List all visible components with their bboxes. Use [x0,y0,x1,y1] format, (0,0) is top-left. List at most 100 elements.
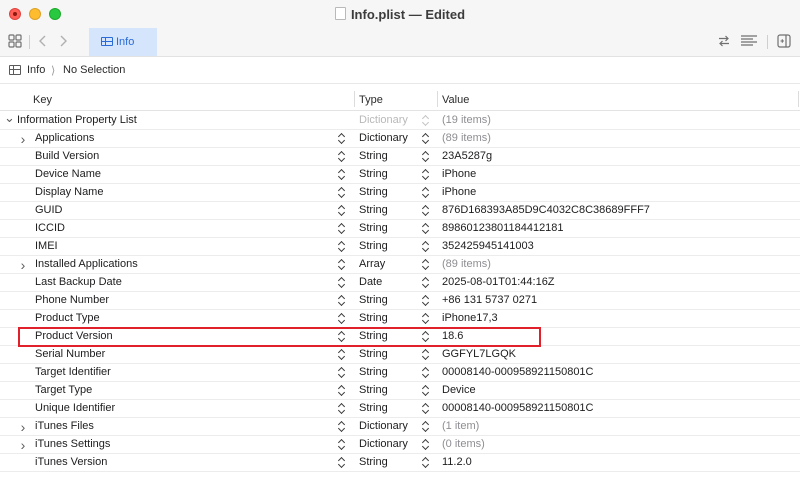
breadcrumb-root[interactable]: Info [27,64,45,76]
type-stepper-icon[interactable] [421,257,431,271]
type-stepper-icon[interactable] [421,365,431,379]
row-key[interactable]: Unique Identifier [35,402,115,414]
row-key[interactable]: Phone Number [35,294,109,306]
table-row[interactable]: › iTunes Settings Dictionary (0 items) [0,436,800,454]
type-stepper-icon[interactable] [421,401,431,415]
forward-chevron-icon[interactable] [56,34,70,50]
key-stepper-icon[interactable] [337,275,347,289]
row-key[interactable]: iTunes Files [35,420,94,432]
table-row[interactable]: › iTunes Files Dictionary (1 item) [0,418,800,436]
row-value[interactable]: (89 items) [442,258,491,270]
table-row[interactable]: Build Version String 23A5287g [0,148,800,166]
key-stepper-icon[interactable] [337,203,347,217]
row-type[interactable]: String [359,240,388,252]
row-key[interactable]: Installed Applications [35,258,138,270]
chevron-down-icon[interactable]: ⌄ [4,111,15,124]
row-value[interactable]: (1 item) [442,420,479,432]
row-type[interactable]: Dictionary [359,438,408,450]
table-row[interactable]: IMEI String 352425945141003 [0,238,800,256]
row-key[interactable]: IMEI [35,240,58,252]
inspector-panel-icon[interactable] [776,34,792,50]
table-row[interactable]: ICCID String 89860123801184412181 [0,220,800,238]
key-stepper-icon[interactable] [337,257,347,271]
swap-arrows-icon[interactable] [716,34,732,50]
row-key[interactable]: Product Type [35,312,100,324]
table-row[interactable]: Last Backup Date Date 2025-08-01T01:44:16Z [0,274,800,292]
table-row[interactable]: ⌄ Information Property List Dictionary (19 … [0,111,800,130]
table-row[interactable]: Device Name String iPhone [0,166,800,184]
type-stepper-icon[interactable] [421,167,431,181]
key-stepper-icon[interactable] [337,347,347,361]
row-value[interactable]: +86 131 5737 0271 [442,294,537,306]
key-stepper-icon[interactable] [337,185,347,199]
key-stepper-icon[interactable] [337,221,347,235]
row-type[interactable]: Dictionary [359,420,408,432]
table-row[interactable]: Target Type String Device [0,382,800,400]
key-stepper-icon[interactable] [337,239,347,253]
chevron-right-icon[interactable]: › [18,438,28,452]
type-stepper-icon[interactable] [421,293,431,307]
row-key[interactable]: Applications [35,132,94,144]
breadcrumb-selection[interactable]: No Selection [63,64,125,76]
type-stepper-icon[interactable] [421,221,431,235]
row-key[interactable]: iTunes Settings [35,438,110,450]
row-type[interactable]: String [359,186,388,198]
row-key[interactable]: Information Property List [17,114,137,126]
key-stepper-icon[interactable] [337,437,347,451]
type-stepper-icon[interactable] [421,311,431,325]
row-value[interactable]: iPhone [442,186,476,198]
key-stepper-icon[interactable] [337,149,347,163]
row-value[interactable]: Device [442,384,476,396]
row-type[interactable]: String [359,168,388,180]
row-type[interactable]: String [359,222,388,234]
row-type[interactable]: Array [359,258,385,270]
key-stepper-icon[interactable] [337,419,347,433]
key-stepper-icon[interactable] [337,167,347,181]
row-key[interactable]: Target Type [35,384,92,396]
type-stepper-icon[interactable] [421,437,431,451]
table-row[interactable]: iTunes Version String 11.2.0 [0,454,800,472]
row-value[interactable]: (19 items) [442,114,491,126]
row-value[interactable]: GGFYL7LGQK [442,348,516,360]
column-divider[interactable] [437,91,438,107]
row-key[interactable]: Target Identifier [35,366,111,378]
type-stepper-icon[interactable] [421,347,431,361]
row-value[interactable]: iPhone17,3 [442,312,498,324]
row-type[interactable]: Date [359,276,382,288]
row-value[interactable]: 876D168393A85D9C4032C8C38689FFF7 [442,204,650,216]
row-value[interactable]: 2025-08-01T01:44:16Z [442,276,555,288]
column-key[interactable]: Key [33,94,52,106]
row-value[interactable]: 352425945141003 [442,240,534,252]
row-key[interactable]: Serial Number [35,348,105,360]
table-row[interactable]: Product Type String iPhone17,3 [0,310,800,328]
column-divider[interactable] [798,91,799,107]
chevron-right-icon[interactable]: › [18,132,28,146]
tab-info[interactable]: Info [89,28,157,56]
table-row[interactable]: Target Identifier String 00008140-00095892… [0,364,800,382]
table-row[interactable]: GUID String 876D168393A85D9C4032C8C38689FF… [0,202,800,220]
key-stepper-icon[interactable] [337,383,347,397]
row-key[interactable]: GUID [35,204,63,216]
type-stepper-icon[interactable] [421,149,431,163]
row-key[interactable]: Display Name [35,186,103,198]
editor-options-lines-icon[interactable] [740,34,758,50]
row-type[interactable]: String [359,384,388,396]
type-stepper-icon[interactable] [421,419,431,433]
row-value[interactable]: (89 items) [442,132,491,144]
row-type[interactable]: String [359,150,388,162]
key-stepper-icon[interactable] [337,311,347,325]
row-type[interactable]: String [359,348,388,360]
row-key[interactable]: Build Version [35,150,99,162]
table-row[interactable]: Unique Identifier String 00008140-00095892… [0,400,800,418]
row-type[interactable]: Dictionary [359,132,408,144]
key-stepper-icon[interactable] [337,455,347,469]
type-stepper-icon[interactable] [421,275,431,289]
chevron-right-icon[interactable]: › [18,420,28,434]
type-stepper-icon[interactable] [421,239,431,253]
back-chevron-icon[interactable] [36,34,50,50]
row-key[interactable]: Last Backup Date [35,276,122,288]
column-type[interactable]: Type [359,94,383,106]
key-stepper-icon[interactable] [337,365,347,379]
table-row[interactable]: Phone Number String +86 131 5737 0271 [0,292,800,310]
key-stepper-icon[interactable] [337,131,347,145]
